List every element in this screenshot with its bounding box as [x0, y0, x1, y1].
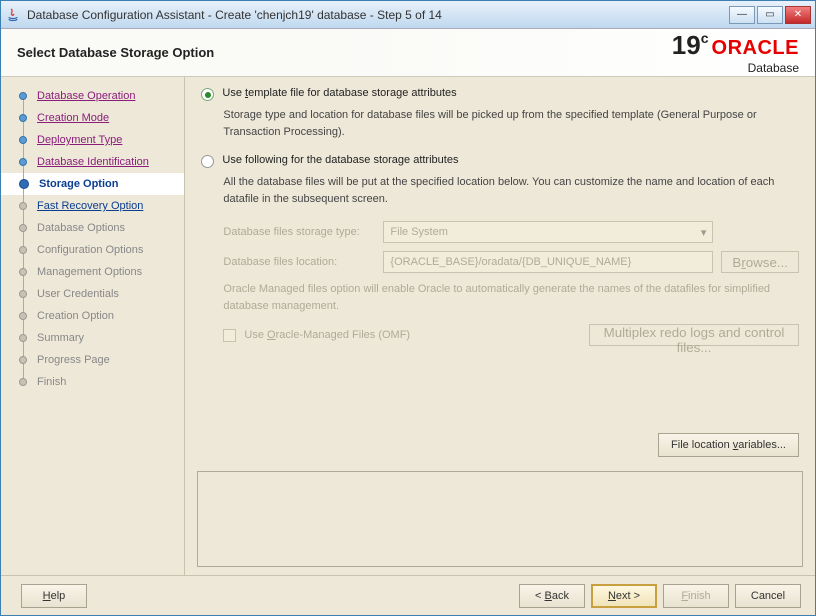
sidebar-item-creation-mode[interactable]: Creation Mode — [1, 107, 184, 129]
sidebar-item-label: Summary — [37, 332, 84, 344]
sidebar-item-summary: Summary — [1, 327, 184, 349]
step-dot-icon — [19, 378, 27, 386]
sidebar-item-label: Configuration Options — [37, 244, 143, 256]
help-button[interactable]: Help — [21, 584, 87, 608]
step-dot-icon — [19, 202, 27, 210]
wizard-footer: Help < Back Next > Finish Cancel — [1, 575, 815, 615]
main-panel: Use template file for database storage a… — [185, 77, 815, 575]
sidebar-item-configuration-options: Configuration Options — [1, 239, 184, 261]
omf-row: Use Oracle-Managed Files (OMF) Multiplex… — [223, 324, 799, 346]
close-button[interactable]: ✕ — [785, 6, 811, 24]
option-use-following[interactable]: Use following for the database storage a… — [201, 154, 799, 168]
storage-type-label: Database files storage type: — [223, 226, 383, 238]
step-dot-icon — [19, 268, 27, 276]
wizard-sidebar: Database Operation Creation Mode Deploymen… — [1, 77, 185, 575]
option-label: Use template file for database storage a… — [222, 87, 456, 99]
sidebar-item-label: Storage Option — [39, 178, 118, 190]
location-label: Database files location: — [223, 256, 383, 268]
option-use-template[interactable]: Use template file for database storage a… — [201, 87, 799, 101]
sidebar-item-label: Deployment Type — [37, 134, 122, 146]
sidebar-item-label: Fast Recovery Option — [37, 200, 143, 212]
sidebar-item-label: Finish — [37, 376, 66, 388]
radio-icon[interactable] — [201, 155, 214, 168]
step-dot-icon — [19, 179, 29, 189]
sidebar-item-label: Database Operation — [37, 90, 135, 102]
sidebar-item-label: Database Identification — [37, 156, 149, 168]
next-button[interactable]: Next > — [591, 584, 657, 608]
finish-button: Finish — [663, 584, 729, 608]
step-dot-icon — [19, 224, 27, 232]
option-label: Use following for the database storage a… — [222, 154, 458, 166]
browse-button: Browse... — [721, 251, 799, 273]
option-desc: Storage type and location for database f… — [223, 107, 799, 140]
sidebar-item-label: Database Options — [37, 222, 125, 234]
minimize-button[interactable]: — — [729, 6, 755, 24]
message-area — [197, 471, 803, 567]
step-dot-icon — [19, 92, 27, 100]
checkbox-icon — [223, 329, 236, 342]
location-input: {ORACLE_BASE}/oradata/{DB_UNIQUE_NAME} — [383, 251, 713, 273]
step-dot-icon — [19, 312, 27, 320]
sidebar-item-label: Creation Option — [37, 310, 114, 322]
maximize-button[interactable]: ▭ — [757, 6, 783, 24]
option-desc: All the database files will be put at th… — [223, 174, 799, 207]
oracle-logo: 19c ORACLE Database — [672, 30, 799, 75]
sidebar-item-label: Progress Page — [37, 354, 110, 366]
step-dot-icon — [19, 356, 27, 364]
titlebar[interactable]: Database Configuration Assistant - Creat… — [1, 1, 815, 29]
sidebar-item-fast-recovery-option[interactable]: Fast Recovery Option — [1, 195, 184, 217]
sidebar-item-database-operation[interactable]: Database Operation — [1, 85, 184, 107]
storage-type-row: Database files storage type: File System… — [223, 221, 799, 243]
sidebar-item-database-options: Database Options — [1, 217, 184, 239]
radio-icon[interactable] — [201, 88, 214, 101]
sidebar-item-deployment-type[interactable]: Deployment Type — [1, 129, 184, 151]
sidebar-item-management-options: Management Options — [1, 261, 184, 283]
step-dot-icon — [19, 334, 27, 342]
cancel-button[interactable]: Cancel — [735, 584, 801, 608]
sidebar-item-label: User Credentials — [37, 288, 119, 300]
step-dot-icon — [19, 158, 27, 166]
wizard-header: Select Database Storage Option 19c ORACL… — [1, 29, 815, 77]
chevron-down-icon: ▾ — [701, 226, 707, 239]
file-location-variables-button[interactable]: File location variables... — [658, 433, 799, 457]
sidebar-item-finish: Finish — [1, 371, 184, 393]
sidebar-item-label: Creation Mode — [37, 112, 109, 124]
multiplex-button: Multiplex redo logs and control files... — [589, 324, 799, 346]
page-title: Select Database Storage Option — [17, 45, 672, 60]
location-row: Database files location: {ORACLE_BASE}/o… — [223, 251, 799, 273]
storage-type-select: File System ▾ — [383, 221, 713, 243]
step-dot-icon — [19, 290, 27, 298]
app-window: Database Configuration Assistant - Creat… — [0, 0, 816, 616]
sidebar-item-user-credentials: User Credentials — [1, 283, 184, 305]
step-dot-icon — [19, 114, 27, 122]
sidebar-item-progress-page: Progress Page — [1, 349, 184, 371]
window-buttons: — ▭ ✕ — [729, 6, 811, 24]
sidebar-item-creation-option: Creation Option — [1, 305, 184, 327]
sidebar-item-database-identification[interactable]: Database Identification — [1, 151, 184, 173]
omf-label: Use Oracle-Managed Files (OMF) — [244, 329, 581, 341]
sidebar-item-storage-option: Storage Option — [1, 173, 184, 195]
omf-hint: Oracle Managed files option will enable … — [223, 281, 799, 314]
step-dot-icon — [19, 246, 27, 254]
step-dot-icon — [19, 136, 27, 144]
sidebar-item-label: Management Options — [37, 266, 142, 278]
window-title: Database Configuration Assistant - Creat… — [27, 8, 729, 22]
java-icon — [5, 7, 21, 23]
back-button[interactable]: < Back — [519, 584, 585, 608]
